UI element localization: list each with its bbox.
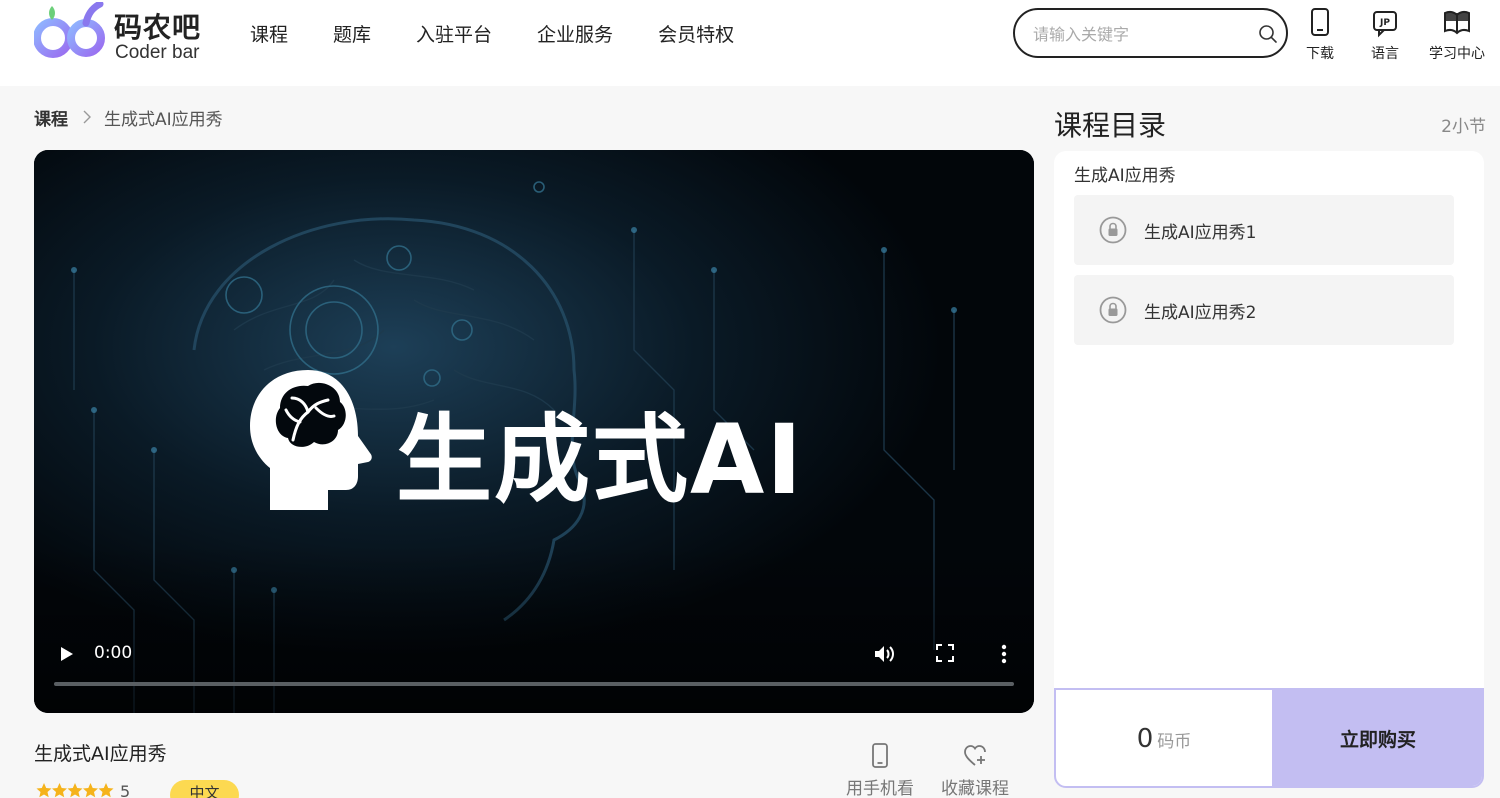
nav-join-platform[interactable]: 入驻平台: [416, 20, 492, 46]
language-label: 语言: [1371, 46, 1399, 62]
video-player[interactable]: 生成式AI 0:00: [34, 150, 1034, 713]
play-icon[interactable]: [56, 644, 76, 664]
download-label: 下载: [1306, 46, 1334, 62]
search-box: [1013, 8, 1288, 58]
watch-on-phone-button[interactable]: 用手机看: [846, 742, 914, 798]
heart-plus-icon: [964, 745, 986, 766]
price-value: 0: [1136, 724, 1154, 754]
volume-icon[interactable]: [872, 642, 896, 666]
book-icon: [1444, 10, 1470, 35]
phone-icon: [872, 743, 888, 768]
buy-now-button[interactable]: 立即购买: [1272, 690, 1482, 786]
watch-on-phone-label: 用手机看: [846, 779, 914, 798]
chevron-right-icon: [83, 110, 91, 124]
nav-courses[interactable]: 课程: [250, 20, 288, 46]
favorite-course-button[interactable]: 收藏课程: [941, 742, 1009, 798]
search-icon[interactable]: [1258, 24, 1278, 44]
svg-text:JP: JP: [1379, 18, 1390, 28]
toc-panel: 生成AI应用秀 生成AI应用秀1 生成AI应用秀2: [1054, 151, 1484, 688]
breadcrumb-current: 生成式AI应用秀: [104, 109, 223, 130]
logo-mark-icon: [34, 2, 105, 58]
price-display: 0 码币: [1056, 690, 1272, 786]
toc-lesson-item[interactable]: 生成AI应用秀1: [1074, 195, 1454, 265]
breadcrumb-courses[interactable]: 课程: [34, 105, 68, 130]
course-name: 生成式AI应用秀: [34, 743, 167, 765]
lock-icon: [1099, 296, 1127, 324]
learning-center-label: 学习中心: [1429, 46, 1485, 62]
language-icon: JP: [1373, 11, 1397, 38]
lock-icon: [1099, 216, 1127, 244]
toc-lesson-title: 生成AI应用秀2: [1144, 303, 1257, 323]
top-header: 码农吧 Coder bar 课程 题库 入驻平台 企业服务 会员特权 下载 JP…: [0, 0, 1500, 86]
download-button[interactable]: 下载: [1285, 6, 1355, 66]
star-rating-icon: [36, 783, 114, 798]
fullscreen-icon[interactable]: [934, 642, 956, 664]
site-logo[interactable]: 码农吧 Coder bar: [34, 2, 224, 63]
toc-chapter-title: 生成AI应用秀: [1074, 166, 1176, 186]
toc-lesson-item[interactable]: 生成AI应用秀2: [1074, 275, 1454, 345]
logo-name-en: Coder bar: [115, 42, 200, 63]
main-nav: 课程 题库 入驻平台 企业服务 会员特权: [250, 20, 779, 46]
nav-question-bank[interactable]: 题库: [333, 20, 371, 46]
logo-name-cn: 码农吧: [114, 11, 202, 44]
toc-lesson-count: 2小节: [1441, 117, 1486, 137]
price-unit: 码币: [1157, 732, 1192, 752]
more-vertical-icon[interactable]: [996, 642, 1012, 666]
nav-enterprise[interactable]: 企业服务: [537, 20, 613, 46]
learning-center-button[interactable]: 学习中心: [1422, 6, 1492, 66]
course-rating: 5: [36, 780, 130, 798]
phone-icon: [1311, 8, 1329, 36]
purchase-bar: 0 码币 立即购买: [1054, 688, 1484, 788]
video-overlay-title: 生成式AI: [396, 404, 805, 516]
video-time: 0:00: [94, 643, 133, 663]
language-button[interactable]: JP 语言: [1350, 6, 1420, 66]
video-progress-bar[interactable]: [54, 682, 1014, 686]
toc-title: 课程目录: [1054, 109, 1167, 142]
brain-head-icon: [250, 370, 372, 510]
video-controls: 0:00: [34, 630, 1034, 713]
rating-value: 5: [120, 781, 131, 798]
language-badge: 中文: [170, 780, 239, 798]
favorite-course-label: 收藏课程: [941, 779, 1009, 798]
breadcrumb: 课程 生成式AI应用秀: [34, 105, 223, 130]
search-input[interactable]: [1033, 22, 1243, 46]
nav-membership[interactable]: 会员特权: [658, 20, 734, 46]
toc-lesson-title: 生成AI应用秀1: [1144, 223, 1257, 243]
